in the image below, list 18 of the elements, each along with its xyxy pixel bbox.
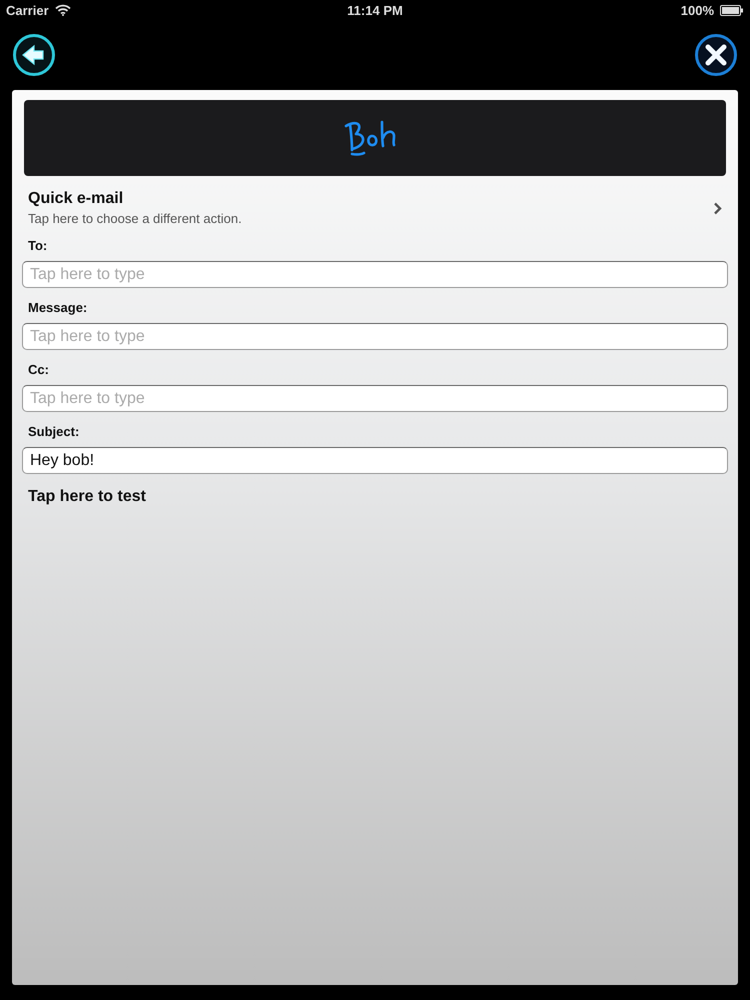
back-button[interactable] [12,33,56,77]
test-link[interactable]: Tap here to test [28,488,146,506]
input-field[interactable]: Tap here to type [22,385,728,412]
action-row[interactable]: Quick e-mail Tap here to choose a different action. [22,176,728,226]
field-label: Subject: [27,424,80,439]
wifi-icon [54,4,71,16]
input-field[interactable]: Tap here to type [22,261,728,288]
field-label: To: [27,238,48,253]
input-field[interactable]: Hey bob! [22,447,728,474]
input-field[interactable]: Tap here to type [22,323,728,350]
battery-label: 100% [680,2,714,18]
field-label: Cc: [27,362,50,377]
clock: 11:14 PM [347,2,403,18]
carrier-label: Carrier [6,2,49,18]
chevron-icon [713,202,722,214]
close-button[interactable] [694,33,738,77]
field-label: Message: [27,300,88,315]
battery-icon [720,4,744,16]
